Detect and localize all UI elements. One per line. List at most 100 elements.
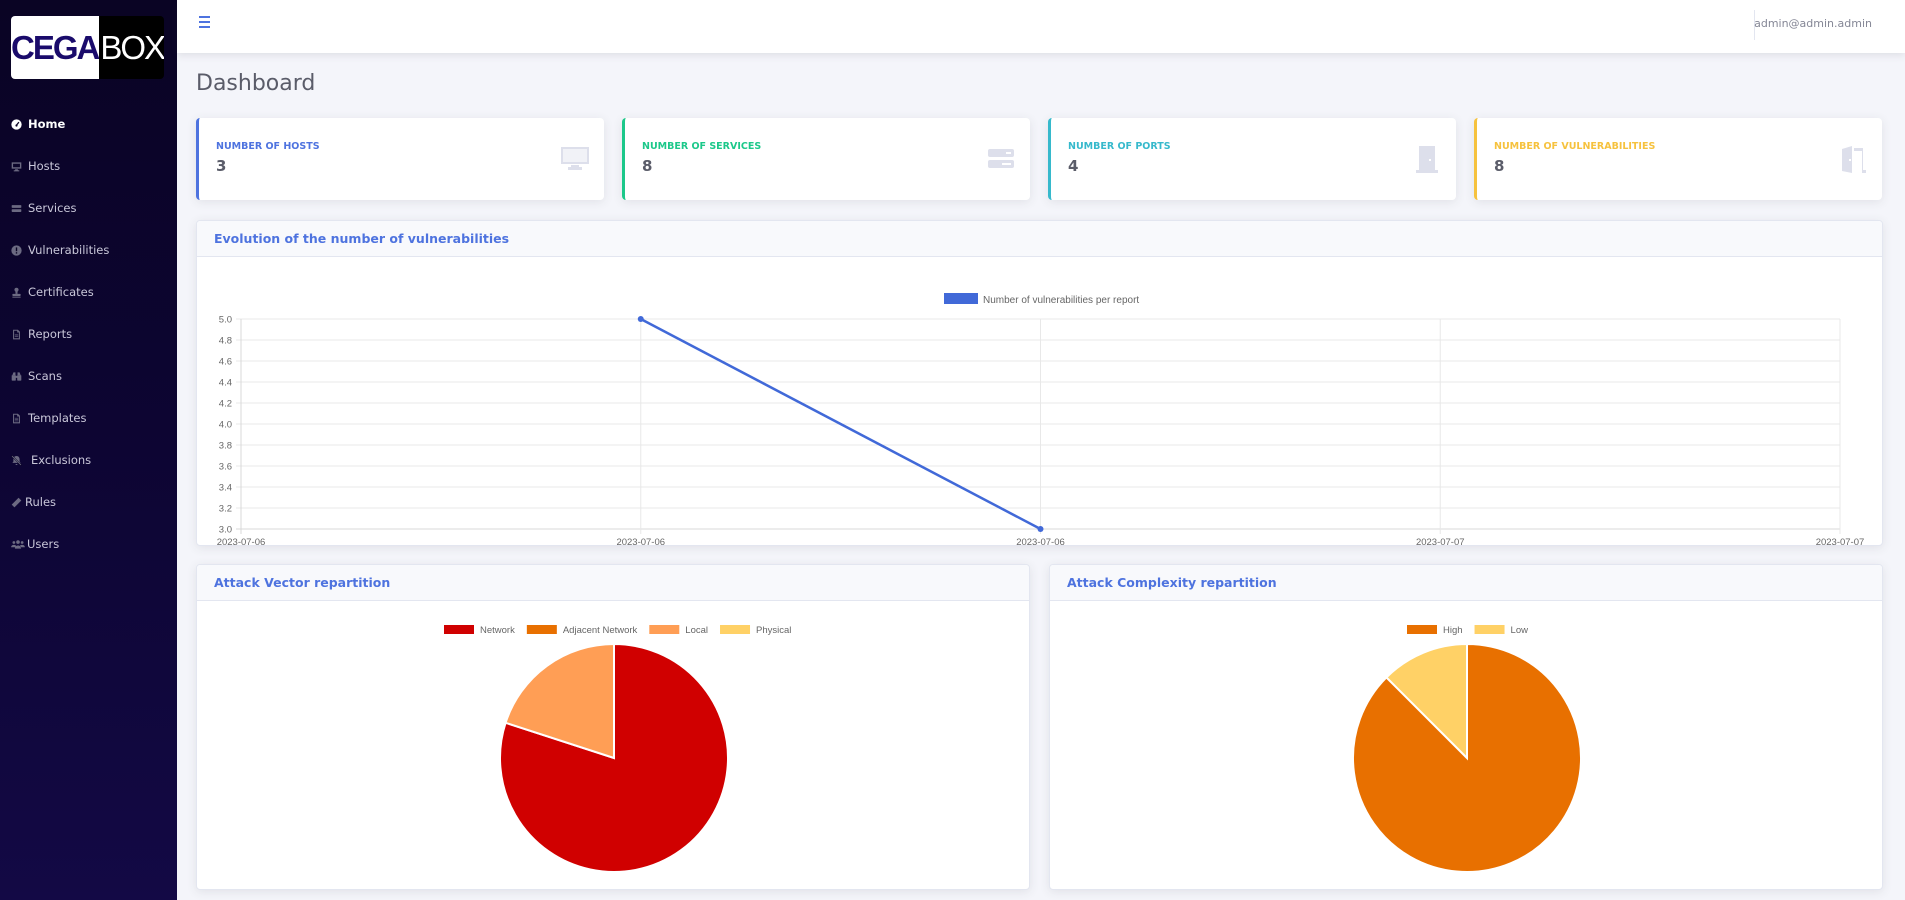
sidebar-item-users[interactable]: Users xyxy=(0,523,177,565)
file-pdf-icon xyxy=(11,329,22,340)
attack-complexity-pie-chart: High Low xyxy=(1352,625,1582,873)
pie-slices xyxy=(499,642,729,873)
sidebar-item-home[interactable]: Home xyxy=(0,103,177,145)
sidebar-item-rules[interactable]: Rules xyxy=(0,481,177,523)
y-tick-label: 5.0 xyxy=(219,315,232,326)
sidebar-nav: Home Hosts Services Vulnerabilities Cert… xyxy=(0,103,177,565)
exclamation-circle-icon xyxy=(11,244,22,256)
door-open-icon xyxy=(1838,144,1868,174)
stat-card-vulnerabilities: Number of vulnerabilities 8 xyxy=(1474,118,1882,200)
data-point xyxy=(1037,526,1044,532)
stat-label: Number of services xyxy=(642,141,762,152)
sidebar-item-label: Exclusions xyxy=(31,453,92,467)
legend-label: Network xyxy=(480,625,515,636)
legend-label: Physical xyxy=(756,625,791,636)
legend-label: Local xyxy=(685,625,708,636)
stat-label: Number of ports xyxy=(1068,141,1171,152)
y-tick-label: 4.4 xyxy=(219,378,232,389)
chart-legend: Number of vulnerabilities per report xyxy=(944,293,1139,306)
x-tick-label: 2023-07-07 xyxy=(1416,537,1465,546)
attack-vector-card: Attack Vector repartition Network Adjacen… xyxy=(196,564,1030,890)
legend-swatch xyxy=(944,293,978,304)
sidebar-item-label: Templates xyxy=(28,411,87,425)
data-point xyxy=(637,316,644,322)
sidebar-item-scans[interactable]: Scans xyxy=(0,355,177,397)
stat-label: Number of vulnerabilities xyxy=(1494,141,1656,152)
attack-complexity-card: Attack Complexity repartition High Low xyxy=(1049,564,1883,890)
sidebar-item-exclusions[interactable]: Exclusions xyxy=(0,439,177,481)
brand-logo[interactable]: CEGA BOX xyxy=(11,16,164,79)
sidebar-item-label: Hosts xyxy=(28,159,61,173)
bars-icon[interactable] xyxy=(199,16,210,28)
stat-card-ports: Number of ports 4 xyxy=(1048,118,1456,200)
legend-label: Low xyxy=(1511,625,1529,636)
y-tick-label: 4.6 xyxy=(219,357,232,368)
x-tick-label: 2023-07-06 xyxy=(616,537,665,546)
legend-swatch xyxy=(526,625,557,634)
sidebar-item-vulnerabilities[interactable]: Vulnerabilities xyxy=(0,229,177,271)
sidebar-item-templates[interactable]: Templates xyxy=(0,397,177,439)
sidebar-item-label: Scans xyxy=(28,369,62,383)
sidebar-item-label: Users xyxy=(27,537,60,551)
legend-swatch xyxy=(1474,625,1505,634)
door-closed-icon xyxy=(1412,144,1442,174)
y-tick-label: 4.2 xyxy=(219,399,232,410)
sidebar-item-label: Certificates xyxy=(28,285,94,299)
card-title: Evolution of the number of vulnerabiliti… xyxy=(214,231,510,246)
dashboard-icon xyxy=(11,118,22,130)
chart-grid xyxy=(236,318,1841,534)
y-tick-label: 4.0 xyxy=(219,420,232,431)
page-title: Dashboard xyxy=(196,71,316,96)
sidebar-item-label: Vulnerabilities xyxy=(28,243,110,257)
user-menu[interactable]: admin@admin.admin xyxy=(1754,17,1872,30)
stat-value: 8 xyxy=(1494,157,1505,175)
sidebar: CEGA BOX Home Hosts Services Vulnerabili… xyxy=(0,0,177,900)
legend-label: Adjacent Network xyxy=(563,625,638,636)
users-icon xyxy=(11,539,25,550)
desktop-icon xyxy=(11,161,22,172)
desktop-icon xyxy=(560,144,590,174)
y-tick-label: 3.0 xyxy=(219,525,232,536)
stamp-icon xyxy=(11,287,22,298)
sidebar-item-reports[interactable]: Reports xyxy=(0,313,177,355)
vulnerability-evolution-card: Evolution of the number of vulnerabiliti… xyxy=(196,220,1883,546)
sidebar-item-services[interactable]: Services xyxy=(0,187,177,229)
stat-value: 8 xyxy=(642,157,653,175)
server-icon xyxy=(986,144,1016,174)
stat-value: 3 xyxy=(216,157,227,175)
line-chart: 3.0 3.2 3.4 3.6 3.8 4.0 4.2 4.4 4.6 4.8 5.0 2023-0… xyxy=(217,293,1865,546)
y-tick-label: 3.6 xyxy=(219,462,232,473)
stat-card-services: Number of services 8 xyxy=(622,118,1030,200)
sidebar-item-certificates[interactable]: Certificates xyxy=(0,271,177,313)
brand-logo-left: CEGA xyxy=(11,16,100,79)
legend-swatch xyxy=(720,625,751,634)
sidebar-item-label: Reports xyxy=(28,327,73,341)
card-header: Attack Vector repartition xyxy=(197,565,1029,601)
server-icon xyxy=(11,203,22,214)
sidebar-item-label: Rules xyxy=(25,495,57,509)
stat-card-hosts: Number of hosts 3 xyxy=(196,118,604,200)
topbar: admin@admin.admin xyxy=(177,0,1905,53)
stat-label: Number of hosts xyxy=(216,141,320,152)
x-axis-ticks: 2023-07-06 2023-07-06 2023-07-06 2023-07-07… xyxy=(217,537,1865,546)
stat-value: 4 xyxy=(1068,157,1079,175)
legend-label: Number of vulnerabilities per report xyxy=(983,295,1139,306)
y-axis-ticks: 3.0 3.2 3.4 3.6 3.8 4.0 4.2 4.4 4.6 4.8 5.0 xyxy=(219,315,232,536)
legend-label: High xyxy=(1443,625,1463,636)
ruler-icon xyxy=(11,497,22,508)
file-alt-icon xyxy=(11,413,22,424)
y-tick-label: 4.8 xyxy=(219,336,232,347)
legend-swatch xyxy=(444,625,474,634)
card-title: Attack Complexity repartition xyxy=(1067,575,1277,590)
card-header: Evolution of the number of vulnerabiliti… xyxy=(197,221,1882,257)
bell-slash-icon xyxy=(11,454,22,466)
card-header: Attack Complexity repartition xyxy=(1050,565,1882,601)
sidebar-item-label: Home xyxy=(28,117,66,131)
y-tick-label: 3.2 xyxy=(219,504,232,515)
attack-vector-pie-chart: Network Adjacent Network Local Physical xyxy=(444,625,791,873)
y-tick-label: 3.8 xyxy=(219,441,232,452)
sidebar-item-hosts[interactable]: Hosts xyxy=(0,145,177,187)
pie-slices xyxy=(1352,642,1582,873)
binoculars-icon xyxy=(11,371,22,382)
sidebar-item-label: Services xyxy=(28,201,77,215)
